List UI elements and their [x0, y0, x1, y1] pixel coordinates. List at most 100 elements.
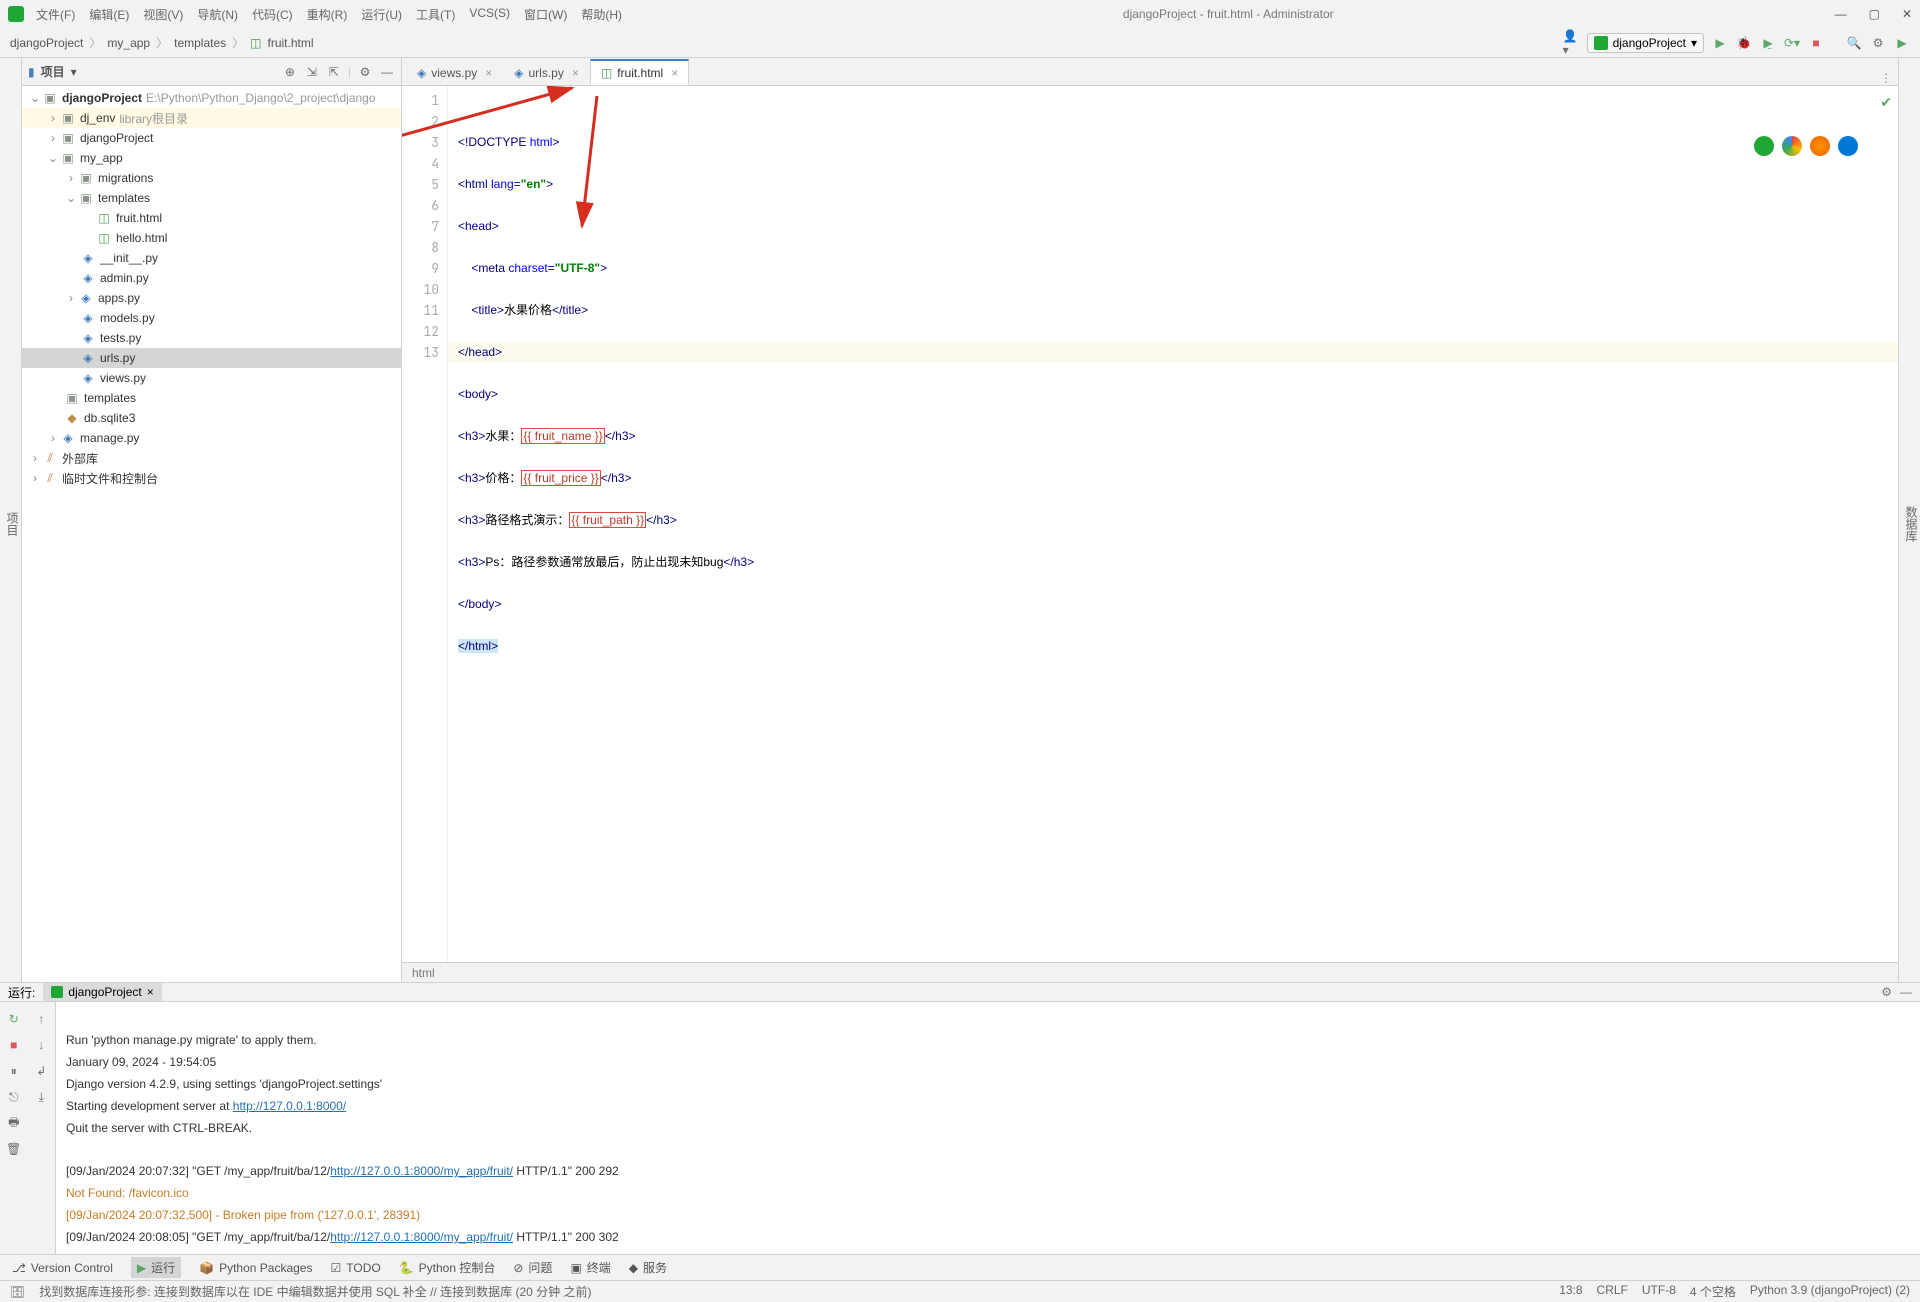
project-tree[interactable]: ⌄▣djangoProjectE:\Python\Python_Django\2… — [22, 86, 401, 982]
close-icon[interactable]: × — [485, 66, 492, 80]
tree-item-templates[interactable]: templates — [98, 191, 150, 205]
tree-item-tests[interactable]: tests.py — [100, 331, 141, 345]
tool-run[interactable]: ▶运行 — [131, 1257, 181, 1278]
tree-item-djangoproject[interactable]: djangoProject — [80, 131, 153, 145]
run-button[interactable]: ▶ — [1712, 35, 1728, 51]
tree-item-hello-html[interactable]: hello.html — [116, 231, 167, 245]
status-caret-pos[interactable]: 13:8 — [1559, 1283, 1582, 1300]
close-icon[interactable]: × — [147, 985, 154, 999]
stop-button[interactable]: ■ — [1808, 35, 1824, 51]
tool-terminal[interactable]: ▣终端 — [570, 1259, 610, 1276]
tab-urls-py[interactable]: ◈urls.py× — [503, 59, 590, 85]
server-url-link[interactable]: http://127.0.0.1:8000/ — [233, 1099, 346, 1113]
hide-icon[interactable]: — — [1900, 985, 1912, 999]
menu-view[interactable]: 视图(V) — [143, 6, 183, 23]
expand-all-icon[interactable]: ⇲ — [304, 64, 320, 80]
minimize-icon[interactable]: — — [1835, 7, 1847, 21]
firefox-icon[interactable] — [1810, 136, 1830, 156]
tree-item-external-libs[interactable]: 外部库 — [62, 450, 98, 467]
project-view-icon[interactable]: ▮ — [28, 65, 35, 79]
tab-views-py[interactable]: ◈views.py× — [406, 59, 503, 85]
tree-item-db[interactable]: db.sqlite3 — [84, 411, 135, 425]
tree-item-manage[interactable]: manage.py — [80, 431, 139, 445]
locate-icon[interactable]: ⊕ — [282, 64, 298, 80]
code-area[interactable]: 12345678910111213 <!DOCTYPE html> <html … — [402, 86, 1898, 962]
tool-problems[interactable]: ⊘问题 — [513, 1259, 552, 1276]
run-config-selector[interactable]: djangoProject ▾ — [1587, 33, 1704, 53]
down-icon[interactable]: ↓ — [33, 1037, 49, 1053]
request-url-link[interactable]: http://127.0.0.1:8000/my_app/fruit/ — [330, 1164, 513, 1178]
tree-item-models[interactable]: models.py — [100, 311, 155, 325]
menu-file[interactable]: 文件(F) — [36, 6, 75, 23]
search-icon[interactable]: 🔍 — [1846, 35, 1862, 51]
stop-icon[interactable]: ■ — [6, 1037, 22, 1053]
code-content[interactable]: <!DOCTYPE html> <html lang="en"> <head> … — [448, 86, 1898, 962]
menu-nav[interactable]: 导航(N) — [197, 6, 238, 23]
menu-tools[interactable]: 工具(T) — [416, 6, 455, 23]
tree-item-fruit-html[interactable]: fruit.html — [116, 211, 162, 225]
pycharm-icon[interactable] — [1754, 136, 1774, 156]
user-icon[interactable]: 👤▾ — [1563, 35, 1579, 51]
editor-breadcrumb[interactable]: html — [402, 962, 1898, 982]
exit-icon[interactable]: ⎋ — [6, 1089, 22, 1105]
menu-code[interactable]: 代码(C) — [252, 6, 293, 23]
breadcrumb-item[interactable]: templates — [174, 36, 226, 50]
tree-item-migrations[interactable]: migrations — [98, 171, 153, 185]
settings-icon[interactable]: ⚙ — [1870, 35, 1886, 51]
tab-options-icon[interactable]: ⋮ — [1880, 71, 1898, 85]
rerun-icon[interactable]: ↻ — [6, 1011, 22, 1027]
edge-icon[interactable] — [1838, 136, 1858, 156]
tool-version-control[interactable]: ⎇Version Control — [12, 1261, 113, 1275]
menu-refactor[interactable]: 重构(R) — [307, 6, 348, 23]
trash-icon[interactable]: 🗑 — [6, 1141, 22, 1157]
close-icon[interactable]: × — [572, 66, 579, 80]
status-encoding[interactable]: UTF-8 — [1642, 1283, 1676, 1300]
menu-run[interactable]: 运行(U) — [361, 6, 402, 23]
status-db-icon[interactable]: 🗄 — [10, 1285, 25, 1299]
up-icon[interactable]: ↑ — [33, 1011, 49, 1027]
menu-vcs[interactable]: VCS(S) — [469, 6, 510, 23]
status-indent[interactable]: 4 个空格 — [1690, 1283, 1736, 1300]
chevron-down-icon[interactable]: ▾ — [71, 65, 77, 79]
tree-item-my-app[interactable]: my_app — [80, 151, 123, 165]
menu-help[interactable]: 帮助(H) — [581, 6, 622, 23]
pause-icon[interactable]: ⏸ — [6, 1063, 22, 1079]
tree-item-templates2[interactable]: templates — [84, 391, 136, 405]
collapse-all-icon[interactable]: ⇱ — [326, 64, 342, 80]
run-output[interactable]: Run 'python manage.py migrate' to apply … — [56, 1002, 1920, 1254]
tool-python-packages[interactable]: 📦Python Packages — [199, 1261, 312, 1275]
print-icon[interactable]: 🖶 — [6, 1115, 22, 1131]
debug-button[interactable]: 🐞 — [1736, 35, 1752, 51]
tree-item-scratches[interactable]: 临时文件和控制台 — [62, 470, 158, 487]
tool-python-console[interactable]: 🐍Python 控制台 — [399, 1259, 496, 1276]
tree-item-admin[interactable]: admin.py — [100, 271, 149, 285]
tab-fruit-html[interactable]: ◫fruit.html× — [590, 59, 689, 85]
chrome-icon[interactable] — [1782, 136, 1802, 156]
breadcrumb-item[interactable]: djangoProject — [10, 36, 83, 50]
close-icon[interactable]: ✕ — [1902, 7, 1912, 21]
wrap-icon[interactable]: ↲ — [33, 1063, 49, 1079]
menu-edit[interactable]: 编辑(E) — [89, 6, 129, 23]
breadcrumb-item[interactable]: my_app — [107, 36, 150, 50]
gutter-database[interactable]: 数据库 — [1903, 506, 1920, 542]
hide-icon[interactable]: — — [379, 64, 395, 80]
gutter-project[interactable]: 项目 — [4, 512, 21, 536]
tree-item-init[interactable]: __init__.py — [100, 251, 158, 265]
tree-root[interactable]: djangoProject — [62, 91, 142, 105]
tree-item-apps[interactable]: apps.py — [98, 291, 140, 305]
gear-icon[interactable]: ⚙ — [1881, 985, 1892, 999]
gear-icon[interactable]: ⚙ — [357, 64, 373, 80]
breadcrumb-item[interactable]: fruit.html — [268, 36, 314, 50]
maximize-icon[interactable]: ▢ — [1869, 7, 1880, 21]
tool-todo[interactable]: ☑TODO — [330, 1261, 380, 1275]
coverage-button[interactable]: ▶̤ — [1760, 35, 1776, 51]
request-url-link[interactable]: http://127.0.0.1:8000/my_app/fruit/ — [330, 1230, 513, 1244]
status-interpreter[interactable]: Python 3.9 (djangoProject) (2) — [1750, 1283, 1910, 1300]
inspection-ok-icon[interactable]: ✔ — [1880, 94, 1892, 111]
close-icon[interactable]: × — [671, 66, 678, 80]
status-message[interactable]: 找到数据库连接形参: 连接到数据库以在 IDE 中编辑数据并使用 SQL 补全 … — [39, 1283, 591, 1300]
profile-button[interactable]: ⟳▾ — [1784, 35, 1800, 51]
run-anything-button[interactable]: ▶ — [1894, 35, 1910, 51]
tree-item-dj-env[interactable]: dj_env — [80, 111, 115, 125]
tree-item-urls[interactable]: urls.py — [100, 351, 135, 365]
